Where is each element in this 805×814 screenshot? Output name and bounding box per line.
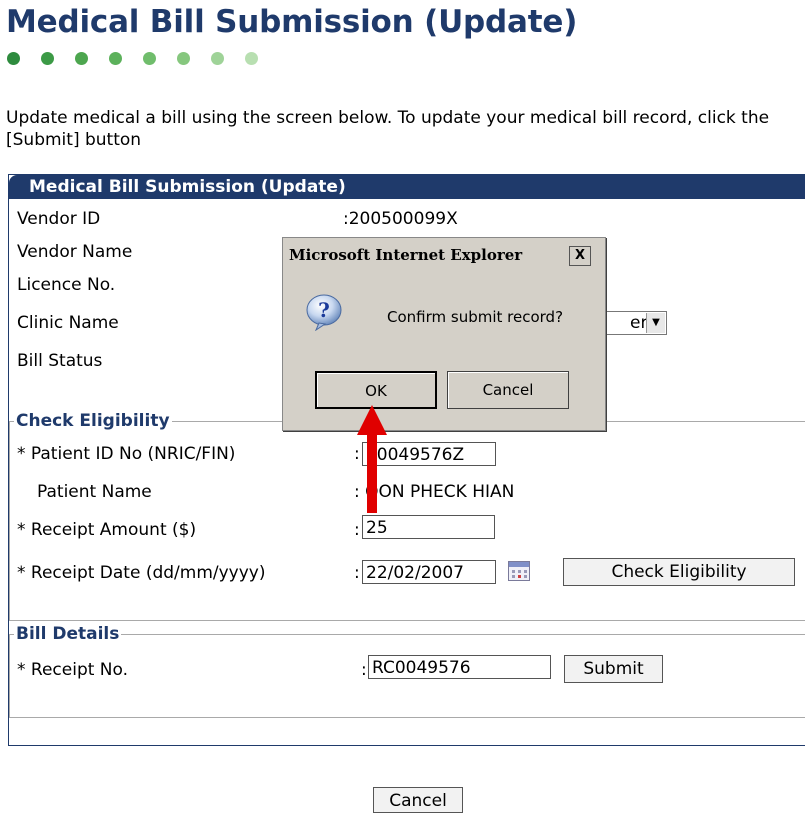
check-eligibility-legend: Check Eligibility (16, 411, 170, 431)
receipt-date-label: * Receipt Date (dd/mm/yyyy) (17, 563, 266, 583)
panel-header: Medical Bill Submission (Update) (9, 175, 805, 199)
panel-title: Medical Bill Submission (Update) (29, 177, 346, 197)
receipt-no-label: * Receipt No. (17, 660, 129, 680)
cancel-button[interactable]: Cancel (373, 787, 463, 813)
question-icon: ? (306, 294, 342, 331)
decorative-dot (245, 52, 258, 65)
bill-status-label: Bill Status (17, 351, 103, 371)
dialog-titlebar: Microsoft Internet Explorer X (283, 238, 605, 272)
decorative-dot (7, 52, 20, 65)
close-icon[interactable]: X (569, 246, 591, 266)
vendor-name-label: Vendor Name (17, 242, 133, 262)
intro-text: Update medical a bill using the screen b… (6, 108, 770, 150)
submit-button[interactable]: Submit (564, 655, 663, 683)
licence-no-label: Licence No. (17, 275, 116, 295)
decorative-dot (143, 52, 156, 65)
confirm-dialog: Microsoft Internet Explorer X ? Confirm … (282, 237, 606, 431)
receipt-amount-input[interactable]: 25 (362, 515, 495, 539)
decorative-dot (109, 52, 122, 65)
patient-name-label: Patient Name (37, 482, 152, 502)
vendor-id-value: :200500099X (343, 209, 458, 229)
annotation-arrow (357, 405, 387, 513)
dialog-ok-button[interactable]: OK (315, 371, 437, 409)
check-eligibility-button[interactable]: Check Eligibility (563, 558, 795, 586)
receipt-amount-label: * Receipt Amount ($) (17, 520, 197, 540)
vendor-id-label: Vendor ID (17, 209, 101, 229)
dialog-message: Confirm submit record? (387, 308, 564, 326)
clinic-name-label: Clinic Name (17, 313, 119, 333)
receipt-date-colon: : (354, 563, 360, 583)
decorative-dot (75, 52, 88, 65)
decorative-dot (211, 52, 224, 65)
chevron-down-icon[interactable]: ▼ (646, 313, 665, 333)
page-title: Medical Bill Submission (Update) (6, 4, 578, 40)
dialog-title: Microsoft Internet Explorer (289, 246, 523, 264)
decorative-dot (177, 52, 190, 65)
receipt-amount-colon: : (354, 520, 360, 540)
decorative-dot (41, 52, 54, 65)
bill-details-legend: Bill Details (16, 624, 120, 644)
svg-text:?: ? (318, 298, 330, 322)
calendar-icon[interactable] (508, 561, 530, 581)
receipt-no-colon: : (361, 660, 367, 680)
dialog-cancel-button[interactable]: Cancel (447, 371, 569, 409)
patient-id-label: * Patient ID No (NRIC/FIN) (17, 444, 236, 464)
receipt-date-input[interactable]: 22/02/2007 (362, 560, 496, 584)
receipt-no-input[interactable]: RC0049576 (368, 655, 551, 679)
